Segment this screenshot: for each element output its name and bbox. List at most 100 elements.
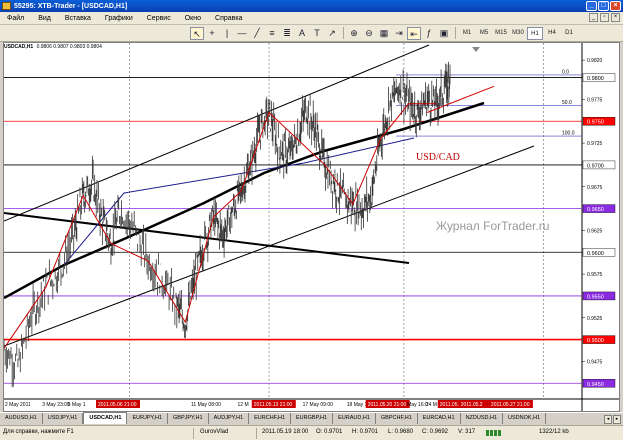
menu-charts[interactable]: Графики (98, 15, 140, 22)
menu-tools[interactable]: Сервис (140, 15, 178, 22)
time-axis-label: 5 May 1 (68, 402, 86, 408)
chart-ohlc-values: 0.9806 0.9807 0.9803 0.9804 (36, 44, 102, 50)
indicators-icon[interactable]: ƒ (422, 27, 436, 40)
price-level-label: 0.9500 (587, 338, 604, 344)
vertical-line-icon[interactable]: | (220, 27, 234, 40)
menu-insert[interactable]: Вставка (58, 15, 98, 22)
fibonacci-level-label: 0.0 (562, 69, 569, 75)
menu-file[interactable]: Файл (0, 15, 31, 22)
chart-tab-audjpy-h1[interactable]: AUDJPY,H1 (209, 413, 250, 424)
fibonacci-tool-icon[interactable]: ≣ (280, 27, 294, 40)
templates-icon[interactable]: ▣ (437, 27, 451, 40)
status-volume: V: 317 (458, 429, 476, 435)
price-level-label: 0.9750 (587, 120, 604, 126)
time-axis-label: 3 May 23:00 (42, 402, 70, 408)
chart-tab-eurgbp-h1[interactable]: EURGBP,H1 (291, 413, 334, 424)
chart-toolbar: ↖ + | — ╱ ≡ ≣ A T ↗ ⊕ ⊖ ▦ ⇥ ⇤ ƒ ▣ M1 M5 … (0, 25, 623, 42)
horizontal-line-icon[interactable]: — (235, 27, 249, 40)
status-time: 2011.05.19 18:00 (262, 429, 309, 435)
minimize-button[interactable]: _ (586, 1, 597, 11)
chart-tab-nzdusd-h1[interactable]: NZDUSD,H1 (461, 413, 504, 424)
price-axis-label: 0.9675 (587, 185, 603, 191)
price-axis-label: 0.9575 (587, 272, 603, 278)
price-level-label: 0.9800 (587, 76, 604, 82)
chart-tab-eurcad-h1[interactable]: EURCAD,H1 (418, 413, 461, 424)
chart-tab-usdjpy-h1[interactable]: USDJPY,H1 (43, 413, 84, 424)
chart-tabs: AUDUSD,H1 USDJPY,H1 USDCAD,H1 EURJPY,H1 GBPJ… (0, 412, 623, 424)
zoom-in-icon[interactable]: ⊕ (347, 27, 361, 40)
zoom-out-icon[interactable]: ⊖ (362, 27, 376, 40)
timeframe-d1[interactable]: D1 (561, 27, 577, 40)
menu-window[interactable]: Окно (178, 15, 208, 22)
chart-tab-eurjpy-h1[interactable]: EURJPY,H1 (127, 413, 169, 424)
cursor-tool-icon[interactable]: ↖ (190, 26, 204, 40)
time-axis-label: 2011.05.2 (461, 402, 483, 408)
price-level-label: 0.9450 (587, 382, 604, 388)
maximize-button[interactable]: □ (598, 1, 609, 11)
time-axis-label: 2 May 2011 (5, 402, 31, 408)
time-axis-label: 2011.05.20 21:00 (368, 402, 407, 408)
channel-tool-icon[interactable]: ≡ (265, 27, 279, 40)
chart-tab-gbpchf-h1[interactable]: GBPCHF,H1 (376, 413, 418, 424)
time-axis-label: 24 M (426, 402, 437, 408)
connection-indicator-icon (486, 430, 516, 436)
status-separator (256, 428, 257, 439)
chart-tab-eurchf-h1[interactable]: EURCHF,H1 (249, 413, 292, 424)
timeframe-m15[interactable]: M15 (493, 27, 509, 40)
timeframe-m5[interactable]: M5 (476, 27, 492, 40)
price-level-label: 0.9700 (587, 163, 604, 169)
chart-tab-usdcad-h1[interactable]: USDCAD,H1 (83, 412, 128, 424)
price-level-label: 0.9650 (587, 207, 604, 213)
price-level-label: 0.9600 (587, 251, 604, 257)
crosshair-tool-icon[interactable]: + (205, 27, 219, 40)
trendline-icon[interactable]: ╱ (250, 27, 264, 40)
price-axis-label: 0.9820 (587, 58, 603, 64)
status-bar: Для справки, нажмите F1 GurovVlad 2011.0… (0, 425, 623, 440)
chart-tab-audusd-h1[interactable]: AUDUSD,H1 (0, 413, 43, 424)
tab-scroll-right-icon[interactable]: ▸ (613, 415, 621, 424)
app-icon (2, 2, 11, 10)
status-help: Для справки, нажмите F1 (3, 429, 74, 435)
timeframe-h4[interactable]: H4 (544, 27, 560, 40)
status-high: H: 0.9701 (352, 429, 379, 435)
mdi-minimize-icon[interactable]: _ (589, 13, 598, 22)
close-button[interactable]: × (610, 1, 621, 11)
watermark: Журнал ForTrader.ru (436, 219, 550, 233)
time-axis-label: 11 May 08:00 (191, 402, 221, 408)
menu-bar: Файл Вид Вставка Графики Сервис Окно Спр… (0, 12, 623, 25)
mdi-close-icon[interactable]: × (611, 13, 620, 22)
chart-shift-icon[interactable]: ⇤ (407, 26, 421, 40)
mdi-restore-icon[interactable]: ▫ (600, 13, 609, 22)
autoscroll-icon[interactable]: ⇥ (392, 27, 406, 40)
chart-symbol-header: USDCAD,H1 0.9806 0.9807 0.9803 0.9804 (4, 44, 102, 50)
title-bar[interactable]: 55295: XTB-Trader - [USDCAD,H1] _ □ × (0, 0, 623, 12)
time-axis-label: 2011.05.06 21:00 (98, 402, 137, 408)
arrow-tool-icon[interactable]: ↗ (325, 27, 339, 40)
chart-tab-gbpjpy-h1[interactable]: GBPJPY,H1 (168, 413, 209, 424)
timeframe-h1[interactable]: H1 (527, 26, 543, 40)
time-axis-label: 17 May 09:00 (303, 402, 334, 408)
time-axis-label: 2011.05.2 (440, 402, 462, 408)
price-axis-label: 0.9625 (587, 228, 603, 234)
price-axis-label: 0.9725 (587, 141, 603, 147)
status-close: C: 0.9692 (422, 429, 449, 435)
status-traffic: 1322/12 kb (539, 429, 569, 435)
grid-toggle-icon[interactable]: ▦ (377, 27, 391, 40)
status-low: L: 0.9680 (388, 429, 414, 435)
label-tool-icon[interactable]: T (310, 27, 324, 40)
toolbar-separator (455, 27, 456, 39)
price-axis-label: 0.9475 (587, 359, 603, 365)
menu-help[interactable]: Справка (208, 15, 249, 22)
time-axis-label: 2011.05.13 21:00 (254, 402, 293, 408)
text-tool-icon[interactable]: A (295, 27, 309, 40)
terminal-window: 55295: XTB-Trader - [USDCAD,H1] _ □ × Фа… (0, 0, 623, 440)
menu-view[interactable]: Вид (31, 15, 58, 22)
fibonacci-level-label: 50.0 (562, 100, 572, 106)
timeframe-m1[interactable]: M1 (459, 27, 475, 40)
tab-scroll-left-icon[interactable]: ◂ (604, 415, 612, 424)
time-axis-label: 12 M (238, 402, 249, 408)
timeframe-m30[interactable]: M30 (510, 27, 526, 40)
fibonacci-level-label: 100.0 (562, 131, 575, 137)
chart-tab-usdnok-h1[interactable]: USDNOK,H1 (503, 413, 547, 424)
chart-tab-euraud-h1[interactable]: EURAUD,H1 (333, 413, 376, 424)
